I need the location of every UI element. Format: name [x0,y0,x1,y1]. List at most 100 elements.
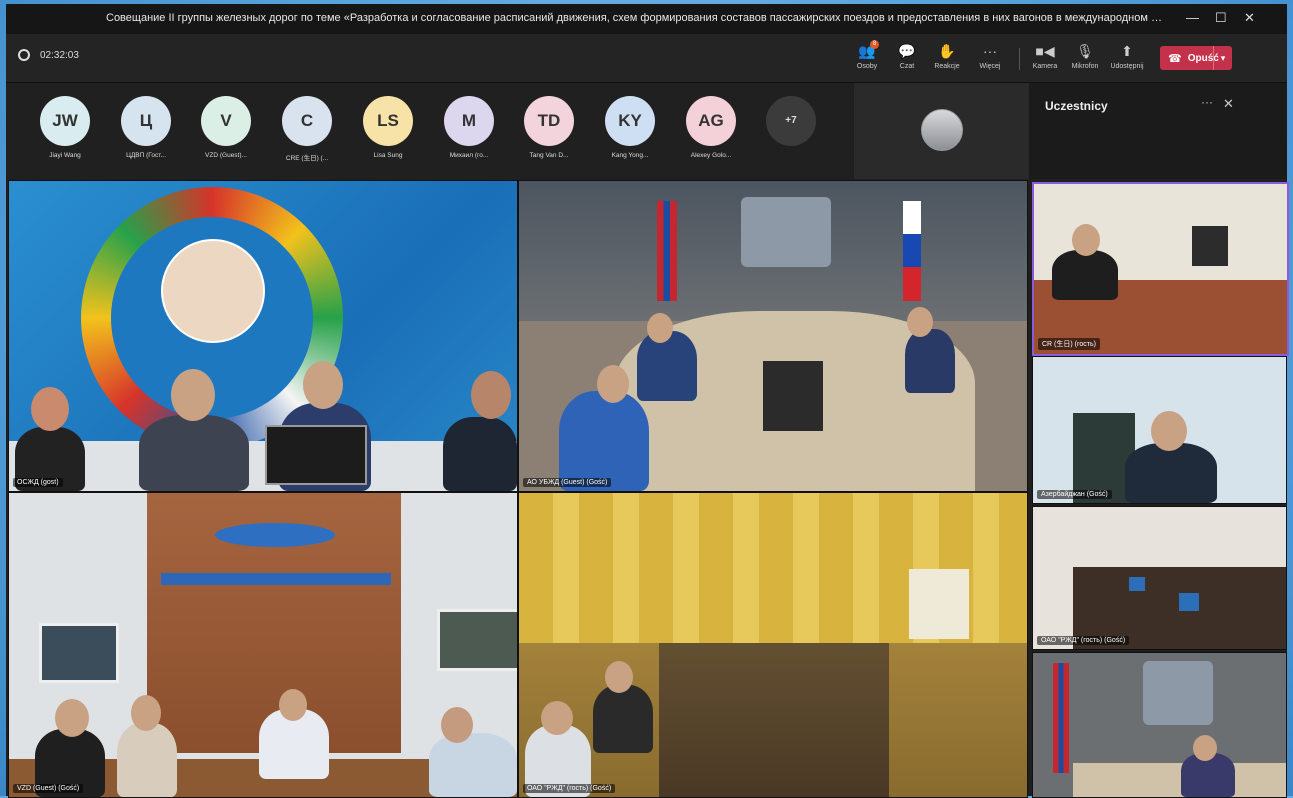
timer-text: 02:32:03 [40,49,79,61]
person [139,415,249,491]
participant-name: Jiayi Wang [49,152,81,159]
close-icon[interactable]: ✕ [1244,10,1255,26]
share-label: Udostępnij [1110,63,1144,70]
close-panel-icon[interactable]: ✕ [1223,96,1234,112]
share-button[interactable]: ⬆ Udostępnij [1108,42,1146,70]
teams-meeting-window: Совещание II группы железных дорог по те… [6,4,1289,798]
person [117,723,177,797]
chevron-down-icon[interactable]: ▾ [1213,46,1232,70]
video-tile-russia[interactable]: ОАО "РЖД" (гость) (Gość) [518,492,1028,798]
railway-emblem [741,197,831,267]
tv-screen [1192,226,1228,266]
people-badge: 8 [870,40,879,49]
video-tile-side2[interactable]: Азербайджан (Gość) [1032,356,1287,504]
mic-button[interactable]: 🎙 Mikrofon [1066,42,1104,70]
wall-picture [437,609,517,671]
vnr-logo [215,523,335,547]
people-button[interactable]: 👥 8 Osoby [848,40,886,70]
video-tile-osjd[interactable]: ОСЖД (gost) [8,180,518,492]
participants-panel: Uczestnicy ··· ✕ [1029,83,1287,179]
table [1073,763,1286,797]
chat-icon: 💬 [898,43,916,59]
person [1052,250,1118,300]
person-head [303,361,343,409]
monitor [1179,593,1199,611]
participant-avatar[interactable]: V VZD (Guest)... [199,96,253,159]
reactions-button[interactable]: ✋ Reakcje [928,42,966,70]
video-tile-mongolia[interactable]: АО УБЖД (Guest) (Gość) [518,180,1028,492]
reactions-label: Reakcje [934,63,960,70]
person-head [441,707,473,743]
person [905,329,955,393]
tile-label: VZD (Guest) (Gość) [13,784,84,793]
maximize-icon[interactable]: ☐ [1215,10,1227,26]
participant-name: VZD (Guest)... [205,152,247,159]
avatar-circle: M [444,96,494,146]
people-icon: 👥 [858,43,876,59]
participant-name: Kang Yong... [611,152,649,159]
participant-name: Михаил (го... [449,152,489,159]
more-icon[interactable]: ··· [1201,95,1213,109]
monitor [265,425,367,485]
participant-name: Lisa Sung [373,152,403,159]
more-participants-button[interactable]: +7 [764,96,818,146]
camera-button[interactable]: ■◀ Kamera [1026,42,1064,70]
person-head [1072,224,1100,256]
avatar-circle: C [282,96,332,146]
more-label: Więcej [979,63,1001,70]
tile-label: ОСЖД (gost) [13,478,63,487]
more-button[interactable]: ··· Więcej [971,42,1009,70]
table [9,441,517,491]
meeting-title: Совещание II группы железных дорог по те… [106,12,1166,24]
avatar-circle: Ц [121,96,171,146]
participant-avatar[interactable]: KY Kang Yong... [603,96,657,159]
meeting-timer: 02:32:03 [18,49,79,61]
tile-label: ОАО "РЖД" (гость) (Gość) [1037,636,1130,645]
person-head [471,371,511,419]
participant-avatar[interactable]: M Михаил (го... [442,96,496,159]
osjd-logo-globe [161,239,265,343]
monitor [1129,577,1145,591]
participant-avatar[interactable]: Ц ЦДВП (Гост... [119,96,173,159]
participant-name: Tang Van D... [529,152,569,159]
person [443,417,517,491]
phone-icon: ☎ [1168,52,1182,65]
tile-label: ОАО "РЖД" (гость) (Gość) [523,784,616,793]
participant-name: ЦДВП (Гост... [126,152,166,159]
reactions-icon: ✋ [938,43,956,59]
toolbar-divider [1019,48,1020,70]
avatar-circle: AG [686,96,736,146]
video-tile-side3[interactable]: ОАО "РЖД" (гость) (Gość) [1032,506,1287,650]
video-tile-vietnam[interactable]: VZD (Guest) (Gość) [8,492,518,798]
self-view-avatar [921,109,963,151]
participant-avatar[interactable]: AG Alexey Golo... [684,96,738,159]
person [429,733,517,797]
tile-label: CR (生日) (гость) [1038,338,1100,350]
flip-chart [909,569,969,639]
person [637,331,697,401]
person-head [605,661,633,693]
participant-avatar[interactable]: C CRE (生日) (... [280,96,334,162]
person-head [31,387,69,431]
video-tile-side4[interactable] [1032,652,1287,798]
person-head [279,689,307,721]
video-tile-china[interactable]: CR (生日) (гость) [1032,182,1289,356]
participant-avatar[interactable]: LS Lisa Sung [361,96,415,159]
tile-label: АО УБЖД (Guest) (Gość) [523,478,612,487]
tile-label: Азербайджан (Gość) [1037,490,1112,499]
participant-name: CRE (生日) (... [285,155,329,162]
panel-title: Uczestnicy [1045,99,1108,113]
participant-avatar[interactable]: TD Tang Van D... [522,96,576,159]
share-icon: ⬆ [1121,43,1133,59]
camera-icon: ■◀ [1035,43,1055,59]
person-head [55,699,89,737]
avatar-circle: JW [40,96,90,146]
minimize-icon[interactable]: — [1186,10,1199,25]
person-head [1193,735,1217,761]
flag-mongolia [1053,663,1069,773]
self-view[interactable] [854,83,1029,179]
participant-avatar[interactable]: JW Jiayi Wang [38,96,92,159]
chat-button[interactable]: 💬 Czat [888,42,926,70]
leave-button[interactable]: ☎ Opuść ▾ [1160,46,1232,70]
person [559,391,649,491]
